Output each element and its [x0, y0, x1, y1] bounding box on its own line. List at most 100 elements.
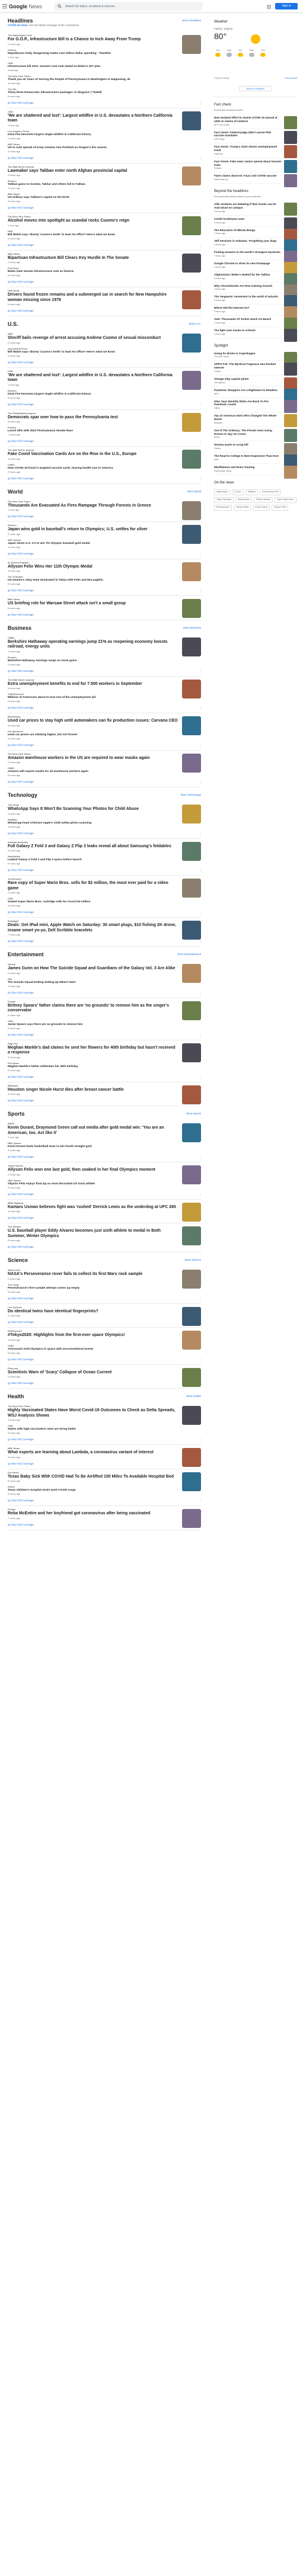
spotlight-item[interactable]: Pandemic Shoppers Are a Nightmare to Ret… [214, 387, 297, 402]
spotlight-thumbnail[interactable] [284, 465, 297, 479]
more-options-icon[interactable]: ⋮ [199, 1034, 202, 1037]
view-full-coverage-link[interactable]: View Full Coverage [8, 1075, 201, 1079]
view-full-coverage-link[interactable]: View Full Coverage [8, 360, 201, 365]
headline[interactable]: Used car prices to stay high until autom… [8, 719, 178, 724]
thumbnail-image[interactable] [182, 637, 201, 656]
lead-article[interactable]: The New York Times Alcohol moves into spo… [8, 215, 201, 235]
beyond-item[interactable]: COVID lockdowns ease 5 hours ago [214, 216, 297, 230]
lead-article[interactable]: MMA Fighting Kamaru Usman believes fight … [8, 1202, 201, 1222]
spotlight-headline[interactable]: Vintage ship captain photo [214, 377, 282, 381]
view-full-coverage-link[interactable]: View Full Coverage [8, 1245, 201, 1249]
beyond-headline[interactable]: The Education of Nikolai Bunga [214, 229, 282, 232]
spotlight-thumbnail[interactable] [284, 399, 297, 413]
view-full-coverage-link[interactable]: View Full Coverage [8, 588, 201, 593]
beyond-item[interactable]: The Education of Nikolai Bunga 2 hours ag… [214, 227, 297, 242]
thumbnail-image[interactable] [182, 921, 201, 940]
more-options-icon[interactable]: ⋮ [199, 310, 202, 313]
lead-article[interactable]: The Wall Street Journal Lawmaker says Tal… [8, 165, 201, 185]
related-article[interactable]: The Verge Perseverance's first sample att… [8, 1283, 201, 1294]
headline[interactable]: US briefing role for Warsaw Street attac… [8, 601, 178, 607]
more-options-icon[interactable]: ⋮ [199, 1076, 202, 1079]
lead-article[interactable]: NPR Sheriff bails revenge of arrest accus… [8, 332, 201, 353]
lead-article[interactable]: BBC News US briefing role for Warsaw Stre… [8, 598, 201, 618]
spotlight-item[interactable]: OPPO F19: The Mystical Fragrance Has Roc… [214, 361, 297, 376]
view-full-coverage-link[interactable]: View Full Coverage [8, 1296, 201, 1301]
more-options-icon[interactable]: ⋮ [199, 1359, 202, 1362]
related-article[interactable]: NPR Bill Walsh says 'disney' Cuomo's tent… [8, 230, 201, 241]
more-options-icon[interactable]: ⋮ [199, 553, 202, 556]
more-options-icon[interactable]: ⋮ [199, 1382, 202, 1386]
more-link[interactable]: More Business [183, 626, 201, 629]
related-article[interactable]: 9to5Mac WhatsApp head criticizes Apple's … [8, 818, 201, 829]
fact-check-headline[interactable]: Fact check: Federal judge didn't cancel … [214, 131, 282, 138]
beyond-headline[interactable]: Allie students are debating if their boo… [214, 203, 282, 210]
view-full-coverage-link[interactable]: View Full Coverage [8, 1462, 201, 1466]
lead-article[interactable]: The Wall Street Journal Fake Covid Vaccin… [8, 448, 201, 469]
headline[interactable]: Texas Baby Sick With COVID Had To Be Air… [8, 1475, 178, 1480]
thumbnail-image[interactable] [182, 111, 201, 130]
more-options-icon[interactable]: ⋮ [199, 1463, 202, 1466]
headline[interactable]: Drivers found frozen remains and a subme… [8, 293, 178, 303]
lead-article[interactable]: NBC News Bipartisan Infrastructure Bill C… [8, 252, 201, 273]
related-article[interactable]: Associated Press Bill Walsh says 'disney'… [8, 347, 201, 358]
lead-article[interactable]: The Washington Post For G.O.P., Infrastru… [8, 34, 201, 54]
spotlight-item[interactable]: Vintage ship captain photo The Atlantic [214, 376, 297, 390]
more-options-icon[interactable]: ⋮ [199, 478, 202, 481]
related-article[interactable]: CNBC Amazon will require masks for all wa… [8, 767, 201, 777]
headline[interactable]: Japan wins gold in baseball's return to … [8, 527, 178, 533]
fact-check-item[interactable]: Fact check: Federal judge didn't cancel … [214, 129, 297, 144]
beyond-headline[interactable]: Finding answers to the world's strangest… [214, 251, 282, 254]
view-full-coverage-link[interactable]: View Full Coverage [8, 1033, 201, 1037]
beyond-item[interactable]: Why Chromebooks Are Now Gaining Ground 2 … [214, 283, 297, 297]
section-title[interactable]: Business [8, 625, 31, 631]
apps-icon[interactable] [267, 5, 271, 9]
view-full-coverage-link[interactable]: View Full Coverage [8, 1437, 201, 1442]
related-article[interactable]: Reuters Dixie Fire becomes largest single… [8, 389, 201, 400]
headline[interactable]: What experts are learning about Lambda, … [8, 1450, 178, 1456]
related-article[interactable]: CNN Infrastructure bill 2021: Senate's la… [8, 62, 201, 72]
related-article[interactable]: BBC News US military says Taliban's capit… [8, 193, 201, 203]
lead-article[interactable]: CNN 'We are shattered and lost': Largest … [8, 110, 201, 130]
lead-article[interactable]: NBC News What experts are learning about … [8, 1447, 201, 1467]
headline[interactable]: Scientists Warn of 'Scary' Collapse of O… [8, 1370, 178, 1376]
thumbnail-image[interactable] [182, 1226, 201, 1245]
more-options-icon[interactable]: ⋮ [199, 281, 202, 284]
sign-in-button[interactable]: Sign in [275, 3, 298, 9]
topic-chip[interactable]: Britney Spears [254, 496, 273, 503]
headline[interactable]: Berkshire Hathaway operating earnings ju… [8, 640, 178, 650]
more-link[interactable]: More Sports [186, 1112, 201, 1115]
thumbnail-image[interactable] [182, 1367, 201, 1387]
related-article[interactable]: NBC News US to rush spread of troop remai… [8, 143, 201, 153]
spotlight-item[interactable]: Going for Broke in Copenhagen The New Yor… [214, 350, 297, 365]
lead-article[interactable]: People Britney Spears' father claims ther… [8, 1000, 201, 1020]
lead-article[interactable]: Variety James Gunn on How The Suicide Squ… [8, 963, 201, 983]
more-options-icon[interactable]: ⋮ [199, 992, 202, 995]
beyond-headline[interactable]: The 'Hogwarts' movement to the world of … [214, 295, 282, 299]
fact-check-thumbnail[interactable] [284, 174, 297, 188]
headline[interactable]: Britney Spears' father claims there are … [8, 1004, 178, 1014]
spotlight-headline[interactable]: Out of The Ordinary: The Private Ones Us… [214, 429, 282, 436]
view-full-coverage-link[interactable]: View Full Coverage [8, 669, 201, 674]
headline[interactable]: Extra unemployment benefits to end for 7… [8, 682, 178, 687]
spotlight-headline[interactable]: Pandemic Shoppers Are a Nightmare to Ret… [214, 389, 282, 392]
section-title[interactable]: Technology [8, 792, 37, 798]
more-options-icon[interactable]: ⋮ [199, 1297, 202, 1301]
headline[interactable]: James Gunn on How The Suicide Squad and … [8, 966, 178, 972]
headline[interactable]: Alcohol moves into spotlight as scandal … [8, 219, 178, 224]
lead-article[interactable]: Fox News Texas Baby Sick With COVID Had T… [8, 1471, 201, 1491]
view-full-coverage-link[interactable]: View Full Coverage [8, 706, 201, 710]
related-article[interactable]: SamMobile Leaked Galaxy Z Fold 3 and Flip… [8, 855, 201, 866]
thumbnail-image[interactable] [182, 1001, 201, 1020]
menu-icon[interactable] [2, 4, 7, 9]
view-full-coverage-link[interactable]: View Full Coverage [8, 243, 201, 248]
headline[interactable]: Rare copy of Super Mario Bros. sells for… [8, 881, 178, 891]
thumbnail-image[interactable] [182, 1123, 201, 1142]
more-link[interactable]: More World [187, 490, 201, 493]
related-article[interactable]: NBC Sports Allyson Felix enjoys final lap… [8, 1179, 201, 1190]
lead-article[interactable]: CNN 'We are shattered and lost': Largest … [8, 370, 201, 390]
beyond-headline[interactable]: Afghanistan: Biden's Waited for the Tali… [214, 273, 282, 277]
lead-article[interactable]: The Wall Street Journal Extra unemploymen… [8, 678, 201, 699]
thumbnail-image[interactable] [182, 1085, 201, 1104]
related-article[interactable]: Fox News Meghan Markle's father celebrate… [8, 1062, 201, 1072]
more-options-icon[interactable]: ⋮ [199, 1217, 202, 1220]
